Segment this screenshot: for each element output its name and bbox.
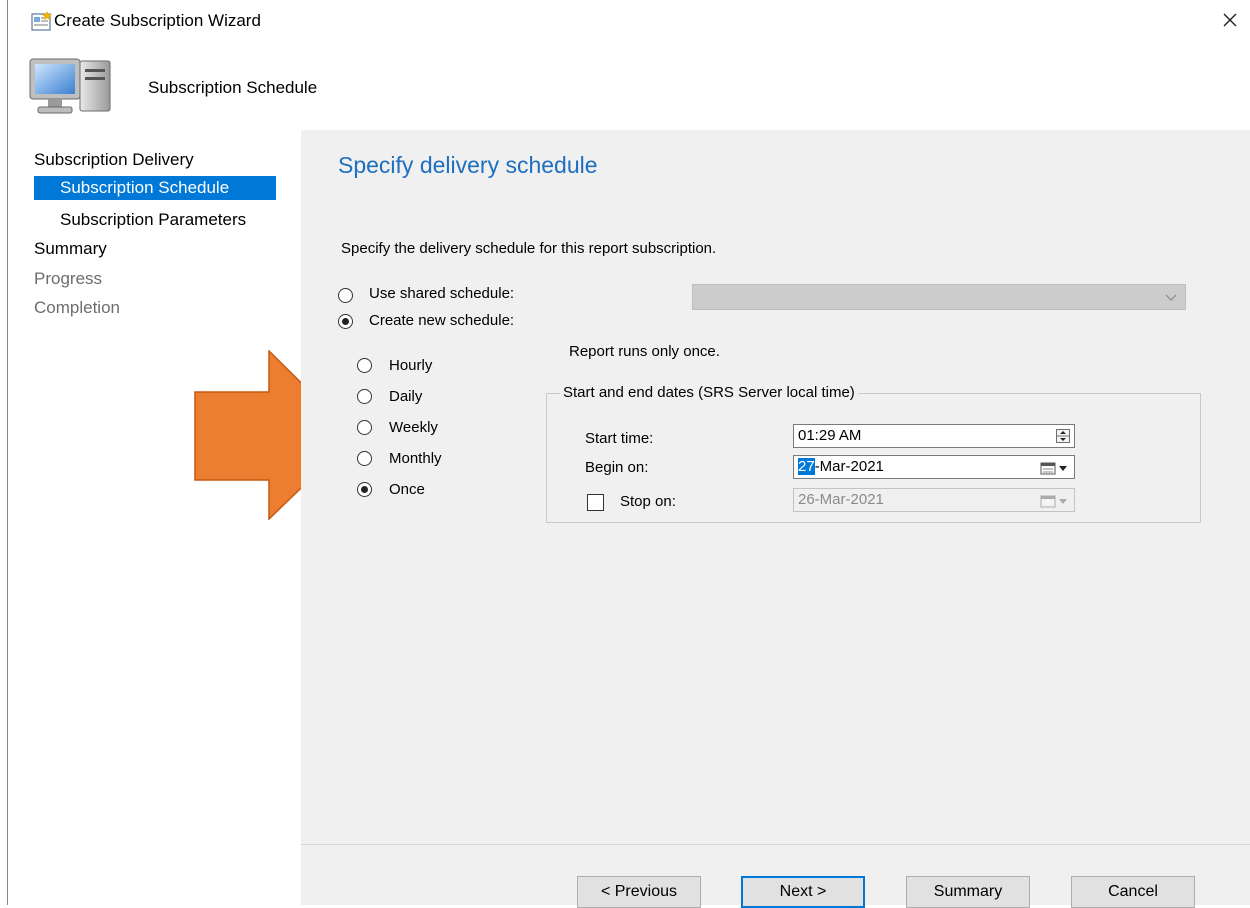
chevron-down-icon bbox=[1165, 294, 1177, 301]
begin-on-label: Begin on: bbox=[585, 459, 649, 476]
nav-item-subscription-schedule[interactable]: Subscription Schedule bbox=[34, 176, 276, 200]
create-new-schedule-label[interactable]: Create new schedule: bbox=[369, 312, 514, 329]
start-time-value: 01:29 AM bbox=[798, 427, 862, 444]
frequency-daily-radio[interactable] bbox=[357, 389, 372, 404]
window-title: Create Subscription Wizard bbox=[54, 11, 261, 30]
nav-item-subscription-parameters[interactable]: Subscription Parameters bbox=[60, 208, 246, 232]
frequency-monthly-label[interactable]: Monthly bbox=[389, 450, 442, 467]
stop-on-checkbox[interactable] bbox=[587, 494, 604, 511]
summary-button[interactable]: Summary bbox=[906, 876, 1030, 908]
previous-button[interactable]: < Previous bbox=[577, 876, 701, 908]
frequency-monthly-radio[interactable] bbox=[357, 451, 372, 466]
frequency-once-label[interactable]: Once bbox=[389, 481, 425, 498]
description-text: Specify the delivery schedule for this r… bbox=[341, 240, 717, 257]
dates-group-title: Start and end dates (SRS Server local ti… bbox=[560, 384, 858, 401]
start-time-label: Start time: bbox=[585, 430, 654, 447]
frequency-daily-label[interactable]: Daily bbox=[389, 388, 422, 405]
next-button[interactable]: Next > bbox=[741, 876, 865, 908]
title-bar: Create Subscription Wizard bbox=[8, 0, 1250, 44]
shared-schedule-dropdown[interactable] bbox=[692, 284, 1186, 310]
nav-item-completion: Completion bbox=[34, 298, 120, 317]
stop-on-label[interactable]: Stop on: bbox=[620, 493, 676, 510]
close-icon[interactable] bbox=[1218, 8, 1242, 32]
use-shared-schedule-radio[interactable] bbox=[338, 288, 353, 303]
begin-on-day-selected: 27 bbox=[798, 458, 815, 475]
calendar-dropdown-disabled-icon bbox=[1040, 495, 1067, 508]
stop-on-value: 26-Mar-2021 bbox=[798, 491, 884, 508]
frequency-hourly-label[interactable]: Hourly bbox=[389, 357, 432, 374]
wizard-page-subtitle: Subscription Schedule bbox=[148, 78, 318, 97]
wizard-app-icon bbox=[31, 11, 52, 31]
computer-icon bbox=[29, 58, 111, 114]
begin-on-date-picker[interactable]: 27-Mar-2021 bbox=[793, 455, 1075, 479]
page-heading: Specify delivery schedule bbox=[338, 152, 598, 178]
frequency-weekly-label[interactable]: Weekly bbox=[389, 419, 438, 436]
run-note: Report runs only once. bbox=[569, 343, 720, 360]
nav-item-progress: Progress bbox=[34, 269, 103, 288]
create-new-schedule-radio[interactable] bbox=[338, 314, 353, 329]
use-shared-schedule-label[interactable]: Use shared schedule: bbox=[369, 285, 514, 302]
frequency-weekly-radio[interactable] bbox=[357, 420, 372, 435]
calendar-dropdown-icon[interactable] bbox=[1040, 461, 1070, 475]
cancel-button[interactable]: Cancel bbox=[1071, 876, 1195, 908]
start-time-input[interactable]: 01:29 AM bbox=[793, 424, 1075, 448]
nav-item-subscription-delivery[interactable]: Subscription Delivery bbox=[34, 148, 194, 172]
nav-item-summary[interactable]: Summary bbox=[34, 237, 107, 261]
spinner-icon[interactable] bbox=[1056, 429, 1070, 443]
stop-on-date-picker[interactable]: 26-Mar-2021 bbox=[793, 488, 1075, 512]
frequency-once-radio[interactable] bbox=[357, 482, 372, 497]
begin-on-rest: -Mar-2021 bbox=[814, 458, 884, 475]
frequency-hourly-radio[interactable] bbox=[357, 358, 372, 373]
